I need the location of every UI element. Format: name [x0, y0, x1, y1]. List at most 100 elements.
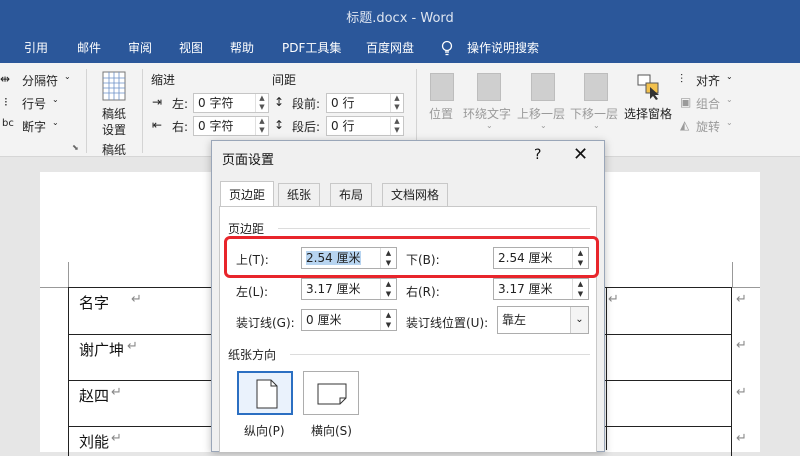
- section-divider: [278, 228, 590, 229]
- chevron-down-icon: ⌄: [726, 95, 733, 104]
- spacing-title: 间距: [272, 73, 297, 87]
- title-bar: 标题.docx - Word: [0, 0, 800, 33]
- tab-review[interactable]: 审阅: [128, 33, 152, 63]
- spin-arrows-icon[interactable]: ▲ ▼: [255, 94, 268, 112]
- left-margin-input[interactable]: 3.17 厘米 ▲ ▼: [301, 278, 397, 300]
- chevron-down-icon: ⌄: [64, 72, 71, 81]
- pilcrow: ↵: [736, 292, 747, 307]
- spacing-before-value: 0 行: [331, 96, 355, 110]
- tab-view[interactable]: 视图: [179, 33, 203, 63]
- margin-guide: [68, 262, 69, 288]
- position-icon: [430, 73, 454, 101]
- gutter-input[interactable]: 0 厘米 ▲ ▼: [301, 309, 397, 331]
- dialog-launcher-icon[interactable]: ⬊: [72, 143, 79, 152]
- gutter-position-select[interactable]: 靠左 ⌄: [497, 306, 589, 334]
- chevron-down-icon[interactable]: ⌄: [570, 307, 588, 333]
- tab-mailings[interactable]: 邮件: [77, 33, 101, 63]
- gutter-position-label: 装订线位置(U):: [406, 316, 489, 330]
- tab-baidu-netdisk[interactable]: 百度网盘: [366, 33, 414, 63]
- margins-section-label: 页边距: [228, 222, 265, 236]
- gutter-position-value: 靠左: [502, 313, 527, 327]
- draft-paper-icon[interactable]: [101, 71, 127, 101]
- chevron-down-icon: ⌄: [593, 121, 600, 130]
- section-divider: [290, 354, 590, 355]
- breaks-button[interactable]: 分隔符: [22, 72, 58, 89]
- selection-pane-icon[interactable]: [636, 71, 662, 101]
- help-icon[interactable]: ?: [534, 147, 541, 163]
- chevron-down-icon: ⌄: [52, 118, 59, 127]
- spin-arrows-icon[interactable]: ▲ ▼: [390, 117, 403, 135]
- table-cell[interactable]: 名字: [79, 292, 109, 313]
- pilcrow: ↵: [127, 339, 138, 354]
- table-cell[interactable]: 刘能: [79, 431, 109, 452]
- tab-layout[interactable]: 布局: [330, 183, 373, 207]
- position-button: 位置: [429, 107, 454, 121]
- spin-arrows-icon[interactable]: ▲ ▼: [380, 310, 396, 330]
- spacing-before-label: 段前:: [292, 97, 321, 111]
- pilcrow: ↵: [111, 431, 122, 446]
- lightbulb-icon: [441, 40, 453, 56]
- wrap-text-button: 环绕文字: [463, 107, 512, 121]
- indent-right-stepper[interactable]: 0 字符 ▲ ▼: [193, 116, 269, 136]
- landscape-button[interactable]: [303, 371, 359, 415]
- chevron-down-icon: ⌄: [726, 118, 733, 127]
- right-margin-input[interactable]: 3.17 厘米 ▲ ▼: [493, 278, 589, 300]
- spin-arrows-icon[interactable]: ▲ ▼: [390, 94, 403, 112]
- align-button[interactable]: 对齐: [696, 72, 720, 89]
- draft-paper-group-label: 稿纸: [102, 143, 127, 157]
- line-numbers-button[interactable]: 行号: [22, 95, 46, 112]
- ribbon-tabs: 引用 邮件 审阅 视图 帮助 PDF工具集 百度网盘 操作说明搜索: [0, 33, 800, 63]
- left-margin-label: 左(L):: [236, 285, 269, 299]
- landscape-label[interactable]: 横向(S): [311, 422, 352, 439]
- tab-margins[interactable]: 页边距: [220, 181, 275, 208]
- right-margin-label: 右(R):: [406, 285, 440, 299]
- indent-left-label: 左:: [172, 97, 189, 111]
- tab-document-grid[interactable]: 文档网格: [382, 183, 449, 207]
- indent-right-label: 右:: [172, 120, 189, 134]
- hyphenation-button[interactable]: 断字: [22, 118, 46, 135]
- tab-pdf-tools[interactable]: PDF工具集: [282, 33, 341, 63]
- portrait-button[interactable]: [237, 371, 293, 415]
- spacing-after-stepper[interactable]: 0 行 ▲ ▼: [326, 116, 404, 136]
- portrait-page-icon: [256, 379, 278, 409]
- tab-help[interactable]: 帮助: [230, 33, 254, 63]
- bring-forward-button: 上移一层: [517, 107, 566, 121]
- indent-title: 缩进: [151, 73, 176, 87]
- spacing-before-stepper[interactable]: 0 行 ▲ ▼: [326, 93, 404, 113]
- rotate-button: 旋转: [696, 120, 721, 134]
- chevron-down-icon: ⌄: [52, 95, 59, 104]
- right-margin-value: 3.17 厘米: [498, 282, 553, 296]
- landscape-page-icon: [317, 383, 347, 405]
- indent-left-value: 0 字符: [198, 96, 234, 110]
- send-backward-button: 下移一层: [570, 107, 619, 121]
- rotate-icon: ◭: [680, 118, 690, 132]
- draft-paper-label-2[interactable]: 设置: [102, 121, 126, 138]
- spin-arrows-icon[interactable]: ▲ ▼: [572, 279, 588, 299]
- table-cell[interactable]: 谢广坤: [79, 339, 124, 360]
- spacing-after-icon: ↕: [274, 118, 285, 132]
- indent-right-value: 0 字符: [198, 119, 234, 133]
- gutter-value: 0 厘米: [306, 313, 342, 327]
- tell-me-search[interactable]: 操作说明搜索: [467, 33, 539, 63]
- portrait-label[interactable]: 纵向(P): [244, 422, 285, 439]
- close-icon[interactable]: ✕: [573, 144, 588, 165]
- table-column-border: [606, 287, 607, 450]
- table-cell[interactable]: 赵四: [79, 385, 109, 406]
- pilcrow: ↵: [111, 385, 122, 400]
- indent-left-stepper[interactable]: 0 字符 ▲ ▼: [193, 93, 269, 113]
- tab-references[interactable]: 引用: [24, 33, 48, 63]
- chevron-down-icon: ⌄: [726, 72, 733, 81]
- chevron-down-icon: ⌄: [540, 121, 547, 130]
- margin-guide: [732, 262, 733, 288]
- spacing-after-label: 段后:: [292, 120, 321, 134]
- tab-paper[interactable]: 纸张: [278, 183, 321, 207]
- line-numbers-icon: ⁝: [4, 95, 8, 109]
- pilcrow: ↵: [736, 338, 747, 353]
- draft-paper-label[interactable]: 稿纸: [102, 105, 126, 122]
- spin-arrows-icon[interactable]: ▲ ▼: [380, 279, 396, 299]
- left-margin-value: 3.17 厘米: [306, 282, 361, 296]
- spin-arrows-icon[interactable]: ▲ ▼: [255, 117, 268, 135]
- selection-pane-button[interactable]: 选择窗格: [624, 105, 672, 122]
- margin-guide: [40, 287, 68, 288]
- orientation-section-label: 纸张方向: [228, 348, 277, 362]
